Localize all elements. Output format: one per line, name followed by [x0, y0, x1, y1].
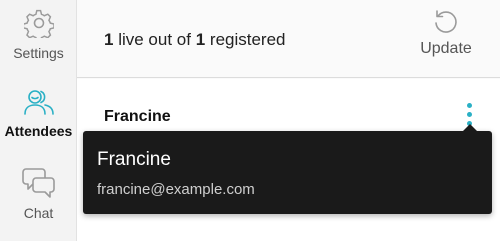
- attendee-tooltip: Francine francine@example.com: [83, 124, 492, 214]
- refresh-icon: [410, 8, 482, 36]
- sidebar-item-label: Chat: [23, 205, 54, 221]
- live-count: 1: [104, 30, 114, 49]
- tooltip-email: francine@example.com: [97, 181, 255, 198]
- update-button[interactable]: Update: [410, 8, 482, 58]
- sidebar: Settings Attendees Chat: [0, 0, 77, 241]
- gear-icon: [0, 8, 77, 43]
- sidebar-item-label: Settings: [13, 45, 64, 61]
- sidebar-item-settings[interactable]: Settings: [0, 8, 77, 61]
- attendees-icon: [0, 88, 77, 121]
- sidebar-item-label: Attendees: [4, 123, 73, 139]
- chat-icon: [0, 166, 77, 203]
- attendee-name: Francine: [104, 108, 171, 125]
- registered-count: 1: [195, 30, 206, 49]
- registered-text: registered: [209, 30, 286, 49]
- header: 1 live out of 1 registered Update: [77, 0, 500, 78]
- live-out-of-text: live out of: [118, 30, 191, 49]
- sidebar-item-attendees[interactable]: Attendees: [0, 88, 77, 139]
- attendee-summary: 1 live out of 1 registered: [104, 30, 286, 50]
- sidebar-item-chat[interactable]: Chat: [0, 166, 77, 221]
- tooltip-name: Francine: [97, 149, 171, 170]
- update-label: Update: [420, 40, 472, 57]
